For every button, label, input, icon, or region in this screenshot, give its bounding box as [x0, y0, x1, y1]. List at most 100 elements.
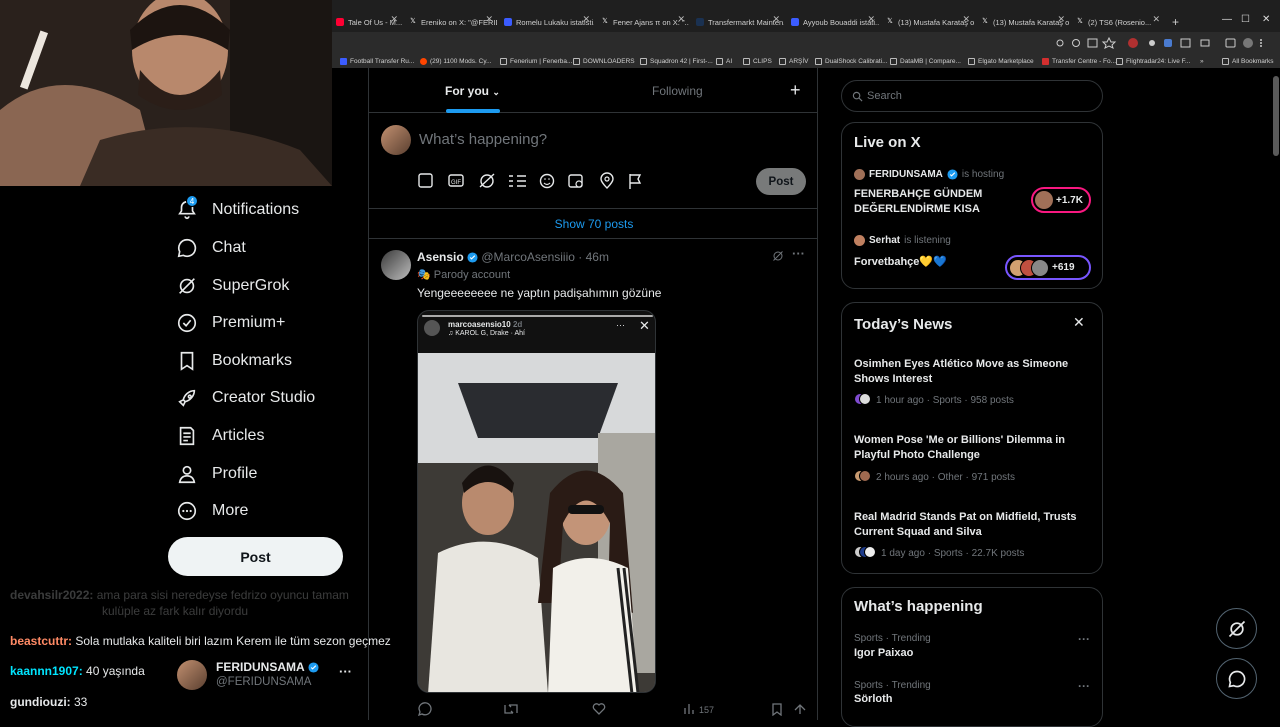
- trend-topic[interactable]: Igor Paixao: [854, 647, 913, 659]
- tweet-author-handle[interactable]: @MarcoAsensiiio: [481, 250, 575, 264]
- tweet-actions[interactable]: 157: [417, 702, 809, 716]
- more-icon[interactable]: ···: [339, 664, 352, 679]
- tab-for-you[interactable]: For you ⌄: [445, 84, 500, 98]
- chat-message: devahsilr2022: ama para sisi neredeyse f…: [10, 588, 349, 602]
- browser-tab[interactable]: 𝕏 (2) TS6 (Rosenio... ✕: [1072, 12, 1164, 32]
- tweet-text: Yengeeeeeeee ne yaptın padişahımın gözün…: [417, 286, 662, 300]
- browser-tab[interactable]: Transfermarkt Mainten... ✕: [692, 12, 784, 32]
- maximize-icon[interactable]: ☐: [1241, 14, 1250, 25]
- more-icon[interactable]: ···: [1078, 679, 1090, 693]
- compose-toolbar[interactable]: GIF: [417, 172, 647, 190]
- bookmark-folder[interactable]: CLIPS: [743, 54, 772, 68]
- news-item-title[interactable]: Real Madrid Stands Pat on Midfield, Trus…: [854, 510, 1092, 540]
- bookmark-folder[interactable]: ARŞİV: [779, 54, 809, 68]
- post-button[interactable]: Post: [168, 537, 343, 576]
- bookmark[interactable]: Fenerium | Fenerba...: [500, 54, 572, 68]
- close-icon[interactable]: ✕: [772, 14, 780, 25]
- sidebar-item-more[interactable]: More: [176, 493, 248, 529]
- search-icon: [852, 91, 863, 102]
- browser-tab[interactable]: Ayyoub Bouaddi istati... ✕: [787, 12, 879, 32]
- sidebar-item-label: More: [212, 502, 249, 519]
- browser-extension-icons[interactable]: [1056, 37, 1266, 49]
- compose-box: What’s happening? GIF Post: [369, 113, 817, 209]
- bookmark[interactable]: DataMB | Compare...: [890, 54, 961, 68]
- grok-icon: [179, 278, 195, 294]
- browser-tab[interactable]: 𝕏 (13) Mustafa Karataş o... ✕: [882, 12, 974, 32]
- scrollbar-thumb[interactable]: [1273, 76, 1279, 156]
- webcam-overlay: [0, 0, 332, 186]
- sidebar-item-notifications[interactable]: 4 Notifications: [176, 192, 299, 228]
- messages-fab-button[interactable]: [1216, 658, 1257, 699]
- youtube-icon: [336, 18, 344, 26]
- live-listeners-badge[interactable]: +619: [1005, 255, 1091, 280]
- tweet-header: Asensio @MarcoAsensiiio · 46m: [417, 250, 609, 264]
- chevron-down-icon: ⌄: [492, 87, 500, 97]
- bookmark-folder[interactable]: AI: [716, 54, 732, 68]
- mask-icon: 🎭: [417, 269, 431, 281]
- bookmark[interactable]: Elgato Marketplace: [968, 54, 1034, 68]
- close-icon[interactable]: ✕: [390, 14, 398, 25]
- compose-post-button[interactable]: Post: [756, 168, 806, 195]
- browser-tab[interactable]: Romelu Lukaku istatisti... ✕: [500, 12, 594, 32]
- close-icon[interactable]: ✕: [962, 14, 970, 25]
- grok-fab-button[interactable]: [1216, 608, 1257, 649]
- tweet-author-name[interactable]: Asensio: [417, 250, 464, 264]
- tweet-timestamp[interactable]: · 46m: [578, 250, 609, 264]
- browser-tab[interactable]: Tale Of Us - M... ✕: [332, 12, 402, 32]
- live-on-x-card: Live on X FERIDUNSAMA is hosting FENERBA…: [841, 122, 1103, 289]
- x-logo-icon: 𝕏: [410, 18, 416, 25]
- close-window-icon[interactable]: ✕: [1262, 14, 1270, 25]
- sidebar-item-creator-studio[interactable]: Creator Studio: [176, 380, 315, 416]
- account-switcher[interactable]: FERIDUNSAMA @FERIDUNSAMA ···: [168, 652, 358, 698]
- live-title[interactable]: FENERBAHÇE GÜNDEM DEĞERLENDİRME KISA: [854, 187, 1024, 217]
- chevron-right-icon[interactable]: »: [1200, 54, 1204, 68]
- sidebar-item-chat[interactable]: Chat: [176, 230, 246, 266]
- more-icon[interactable]: ···: [1078, 632, 1090, 646]
- chat-message: kulüple az fark kalır diyordu: [102, 604, 249, 618]
- bookmark[interactable]: Flightradar24: Live F...: [1116, 54, 1190, 68]
- tweet-media[interactable]: marcoasensio10 2d ♫ KAROL G, Drake · Ahí…: [417, 310, 656, 693]
- timeline: For you ⌄ Following + What’s happening? …: [368, 68, 818, 720]
- news-item-title[interactable]: Osimhen Eyes Atlético Move as Simeone Sh…: [854, 357, 1092, 387]
- sidebar-item-articles[interactable]: Articles: [176, 418, 264, 454]
- trend-topic[interactable]: Sörloth: [854, 693, 893, 705]
- sidebar-item-premium[interactable]: Premium+: [176, 305, 285, 341]
- grok-icon[interactable]: [772, 250, 784, 262]
- add-tab-button[interactable]: +: [790, 80, 801, 101]
- bookmark[interactable]: (29) 1100 Mods. Cy...: [420, 54, 492, 68]
- close-icon[interactable]: ✕: [867, 14, 875, 25]
- bookmark[interactable]: DualShock Calibrati...: [815, 54, 888, 68]
- tweet-more-icon[interactable]: ···: [792, 246, 805, 261]
- whats-happening-card: What’s happening Sports · Trending Igor …: [841, 587, 1103, 727]
- search-input[interactable]: Search: [841, 80, 1103, 112]
- grok-icon: [1228, 620, 1245, 637]
- compose-input[interactable]: What’s happening?: [419, 131, 547, 148]
- new-tab-button[interactable]: +: [1168, 12, 1184, 32]
- live-listeners-badge[interactable]: +1.7K: [1031, 187, 1091, 213]
- live-title[interactable]: Forvetbahçe💛💙: [854, 255, 947, 268]
- avatar[interactable]: [381, 250, 411, 280]
- all-bookmarks-folder[interactable]: All Bookmarks: [1222, 54, 1274, 68]
- close-icon[interactable]: ✕: [485, 14, 493, 25]
- show-new-posts-button[interactable]: Show 70 posts: [369, 209, 817, 239]
- browser-tab[interactable]: 𝕏 (13) Mustafa Karataş o... ✕: [977, 12, 1069, 32]
- bookmark[interactable]: Football Transfer Ru...: [340, 54, 414, 68]
- tab-following[interactable]: Following: [652, 84, 703, 98]
- browser-tab[interactable]: 𝕏Ereniko on X: "@FERID...✕: [405, 12, 497, 32]
- close-icon[interactable]: ✕: [1152, 14, 1160, 25]
- scrollbar[interactable]: [1272, 68, 1280, 720]
- close-icon[interactable]: ✕: [1073, 314, 1085, 331]
- news-item-title[interactable]: Women Pose 'Me or Billions' Dilemma in P…: [854, 433, 1092, 463]
- bookmark-folder[interactable]: DOWNLOADERS: [573, 54, 635, 68]
- minimize-icon[interactable]: —: [1222, 14, 1232, 25]
- sidebar-item-profile[interactable]: Profile: [176, 456, 257, 492]
- sidebar-item-bookmarks[interactable]: Bookmarks: [176, 343, 292, 379]
- bookmark[interactable]: Squadron 42 | First-...: [640, 54, 713, 68]
- close-icon[interactable]: ✕: [582, 14, 590, 25]
- tweet[interactable]: Asensio @MarcoAsensiiio · 46m 🎭 Parody a…: [369, 240, 817, 720]
- sidebar-item-supergrok[interactable]: SuperGrok: [176, 268, 289, 304]
- bookmark[interactable]: Transfer Centre - Fo...: [1042, 54, 1116, 68]
- browser-tab[interactable]: 𝕏 Fener Ajans π on X: "... ✕: [597, 12, 689, 32]
- close-icon[interactable]: ✕: [1057, 14, 1065, 25]
- close-icon[interactable]: ✕: [677, 14, 685, 25]
